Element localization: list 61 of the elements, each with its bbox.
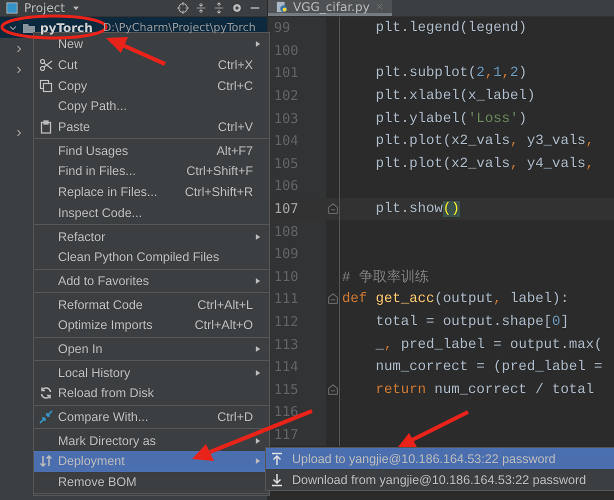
menu-item[interactable]: Reload from Disk	[34, 383, 269, 404]
close-icon	[374, 2, 384, 11]
collapse-all-icon	[213, 2, 225, 14]
menu-item[interactable]: Paste Ctrl+V	[34, 116, 269, 138]
shortcut-label: Ctrl+X	[216, 58, 253, 72]
up-down-arrows-icon	[39, 454, 53, 468]
code-line: plt.plot(x2_vals, y4_vals,	[374, 156, 596, 172]
expand-all-icon	[195, 2, 207, 14]
menu-item[interactable]: Mark Directory as	[34, 430, 269, 452]
code-line: plt.plot(x2_vals, y3_vals,	[374, 133, 596, 150]
upload-icon	[270, 452, 284, 466]
annotation-arrow	[106, 37, 166, 66]
python-file-icon	[276, 0, 288, 12]
shortcut-label: Ctrl+Alt+O	[194, 318, 253, 332]
shortcut-label: Ctrl+C	[216, 78, 253, 93]
code-line: # 争取率训练	[341, 268, 430, 286]
scissors-icon	[39, 58, 53, 72]
menu-item[interactable]: Find Usages Alt+F7	[34, 140, 269, 162]
shortcut-label: Ctrl+D	[216, 410, 253, 424]
menu-item[interactable]: Reformat Code Ctrl+Alt+L	[34, 294, 269, 315]
shortcut-label: Alt+F7	[216, 144, 253, 158]
shortcut-label: Ctrl+Shift+F	[185, 164, 253, 178]
menu-item[interactable]: Compare With... Ctrl+D	[34, 406, 269, 428]
code-line: plt.legend(legend)	[374, 20, 528, 36]
target-icon	[177, 2, 189, 14]
menu-item[interactable]: Optimize Imports Ctrl+Alt+O	[34, 314, 269, 336]
reload-icon	[39, 386, 53, 400]
menu-item[interactable]: Replace in Files... Ctrl+Shift+R	[34, 182, 269, 202]
shortcut-label: Ctrl+Shift+R	[184, 185, 253, 200]
menu-item[interactable]: Download from yangjie@10.186.164.53:22 password	[266, 469, 614, 490]
code-line: plt.xlabel(x_label)	[374, 88, 536, 104]
menu-item[interactable]: Refactor	[34, 226, 269, 247]
menu-item[interactable]: Cut Ctrl+X	[34, 54, 269, 76]
code-line: def get_acc(output, label):	[341, 291, 570, 308]
menu-item[interactable]: Find in Files... Ctrl+Shift+F	[34, 161, 269, 182]
code-line: total = output.shape[0]	[374, 314, 570, 330]
project-view-icon	[6, 2, 18, 14]
compare-arrows-icon	[39, 410, 53, 424]
menu-item[interactable]: Clean Python Compiled Files	[34, 246, 269, 268]
download-icon	[270, 472, 284, 486]
project-name: pyTorch	[40, 20, 93, 34]
menu-item[interactable]: Open In	[34, 338, 269, 360]
code-line: return num_correct / total	[374, 382, 596, 398]
code-line: plt.ylabel('Loss')	[374, 110, 528, 127]
clipboard-icon	[39, 120, 53, 134]
editor-tab[interactable]: VGG_cifar.py	[268, 0, 392, 16]
copy-icon	[39, 78, 53, 93]
menu-item[interactable]: Inspect Code...	[34, 202, 269, 224]
code-line: plt.subplot(2,1,2)	[374, 65, 528, 82]
code-line: _, pred_label = output.max(	[374, 336, 604, 353]
menu-item[interactable]: Add to Favorites	[34, 270, 269, 292]
code-line: plt.show()	[374, 201, 461, 218]
shortcut-label: Ctrl+Alt+L	[196, 298, 253, 312]
menu-item[interactable]: Copy Path...	[34, 96, 269, 117]
menu-item[interactable]: Copy Ctrl+C	[34, 75, 269, 96]
annotation-arrow	[398, 410, 469, 447]
menu-item[interactable]: Remove BOM	[34, 472, 269, 492]
code-line: num_correct = (pred_label =	[374, 359, 604, 376]
menu-item[interactable]: Local History	[34, 362, 269, 383]
shortcut-label: Ctrl+V	[216, 120, 253, 134]
panel-title[interactable]: Project	[24, 1, 66, 15]
